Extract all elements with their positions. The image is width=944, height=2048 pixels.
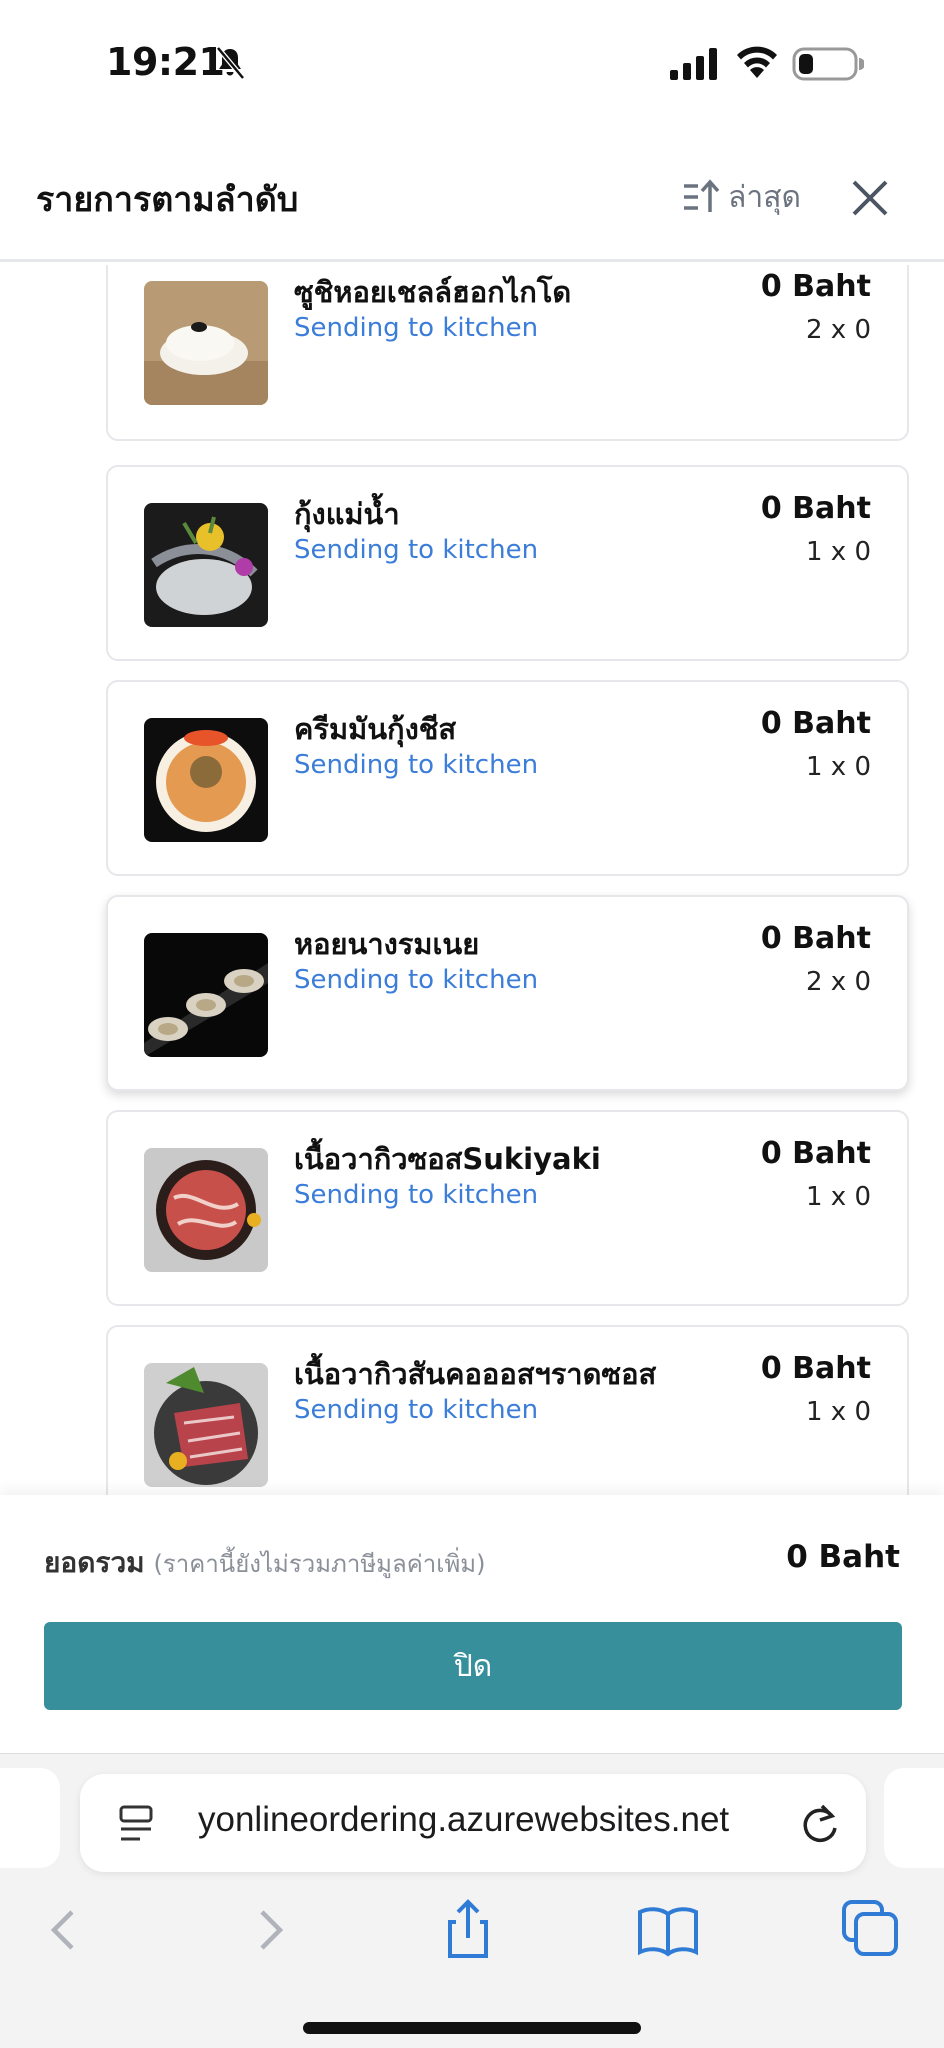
item-name: ซูชิหอยเชลล์ฮอกไกโด [294,275,572,309]
sort-label: ล่าสุด [728,179,802,215]
order-item-card[interactable]: ครีมมันกุ้งชีส Sending to kitchen 0 Baht… [106,680,909,876]
cellular-signal-icon [670,48,717,80]
order-item-card[interactable]: เนื้อวากิวสันคอออสฯราดซอส Sending to kit… [106,1325,909,1495]
scallop-sushi-image [144,281,268,405]
next-tab-preview[interactable] [884,1768,944,1868]
order-item-list[interactable]: ซูชิหอยเชลล์ฮอกไกโด Sending to kitchen 0… [0,265,944,1495]
item-quantity: 2 x 0 [806,315,871,345]
home-indicator [303,2022,641,2034]
back-icon[interactable] [28,1894,100,1966]
order-footer: ยอดรวม (ราคานี้ยังไม่รวมภาษีมูลค่าเพิ่ม)… [0,1495,944,1753]
page-menu-icon[interactable] [118,1804,154,1844]
browser-toolbar: yonlineordering.azurewebsites.net [0,1753,944,2048]
order-item-card[interactable]: เนื้อวากิวซอสSukiyaki Sending to kitchen… [106,1110,909,1306]
status-time: 19:21 [106,40,225,84]
item-status: Sending to kitchen [294,535,539,565]
item-status: Sending to kitchen [294,313,539,343]
cream-shrimp-cheese-image [144,718,268,842]
item-status: Sending to kitchen [294,1395,539,1425]
item-name: ครีมมันกุ้งชีส [294,712,457,746]
bookmarks-icon[interactable] [632,1894,704,1966]
battery-icon [792,47,864,81]
wagyu-sukiyaki-image [144,1148,268,1272]
item-price: 0 Baht [760,491,871,526]
sort-button[interactable]: ล่าสุด [682,170,801,224]
item-quantity: 2 x 0 [806,967,871,997]
total-label: ยอดรวม [44,1546,145,1579]
reload-icon[interactable] [798,1800,842,1846]
forward-icon[interactable] [234,1894,306,1966]
item-quantity: 1 x 0 [806,537,871,567]
order-item-card[interactable]: หอยนางรมเนย Sending to kitchen 0 Baht 2 … [106,895,909,1091]
item-price: 0 Baht [760,706,871,741]
item-quantity: 1 x 0 [806,752,871,782]
item-status: Sending to kitchen [294,965,539,995]
item-name: กุ้งแม่น้ำ [294,497,400,531]
vat-note: (ราคานี้ยังไม่รวมภาษีมูลค่าเพิ่ม) [153,1550,486,1578]
url-text[interactable]: yonlineordering.azurewebsites.net [198,1800,729,1840]
item-price: 0 Baht [760,921,871,956]
browser-nav-bar [0,1894,944,1984]
item-status: Sending to kitchen [294,1180,539,1210]
item-price: 0 Baht [760,1136,871,1171]
sort-icon [684,179,720,212]
butter-oyster-image [144,933,268,1057]
share-icon[interactable] [432,1894,504,1966]
item-name: หอยนางรมเนย [294,927,480,961]
item-name: เนื้อวากิวซอสSukiyaki [294,1142,601,1176]
previous-tab-preview[interactable] [0,1768,60,1868]
item-price: 0 Baht [760,1351,871,1386]
order-item-card[interactable]: ซูชิหอยเชลล์ฮอกไกโด Sending to kitchen 0… [106,265,909,441]
tabs-icon[interactable] [836,1894,908,1966]
wifi-icon [737,46,777,78]
total-value: 0 Baht [786,1539,900,1575]
wagyu-chuck-image [144,1363,268,1487]
bell-slash-icon [216,46,245,80]
order-item-card[interactable]: กุ้งแม่น้ำ Sending to kitchen 0 Baht 1 x… [106,465,909,661]
river-prawn-image [144,503,268,627]
order-list-header: รายการตามลำดับ ล่าสุด [0,130,944,262]
status-bar: 19:21 [0,0,944,130]
address-bar[interactable]: yonlineordering.azurewebsites.net [80,1774,866,1872]
item-status: Sending to kitchen [294,750,539,780]
page-title: รายการตามลำดับ [36,180,299,220]
item-name: เนื้อวากิวสันคอออสฯราดซอส [294,1357,657,1391]
item-price: 0 Baht [760,269,871,304]
item-quantity: 1 x 0 [806,1397,871,1427]
item-quantity: 1 x 0 [806,1182,871,1212]
total-label-row: ยอดรวม (ราคานี้ยังไม่รวมภาษีมูลค่าเพิ่ม) [44,1541,485,1585]
close-button[interactable]: ปิด [44,1622,902,1710]
close-icon[interactable] [846,174,894,222]
